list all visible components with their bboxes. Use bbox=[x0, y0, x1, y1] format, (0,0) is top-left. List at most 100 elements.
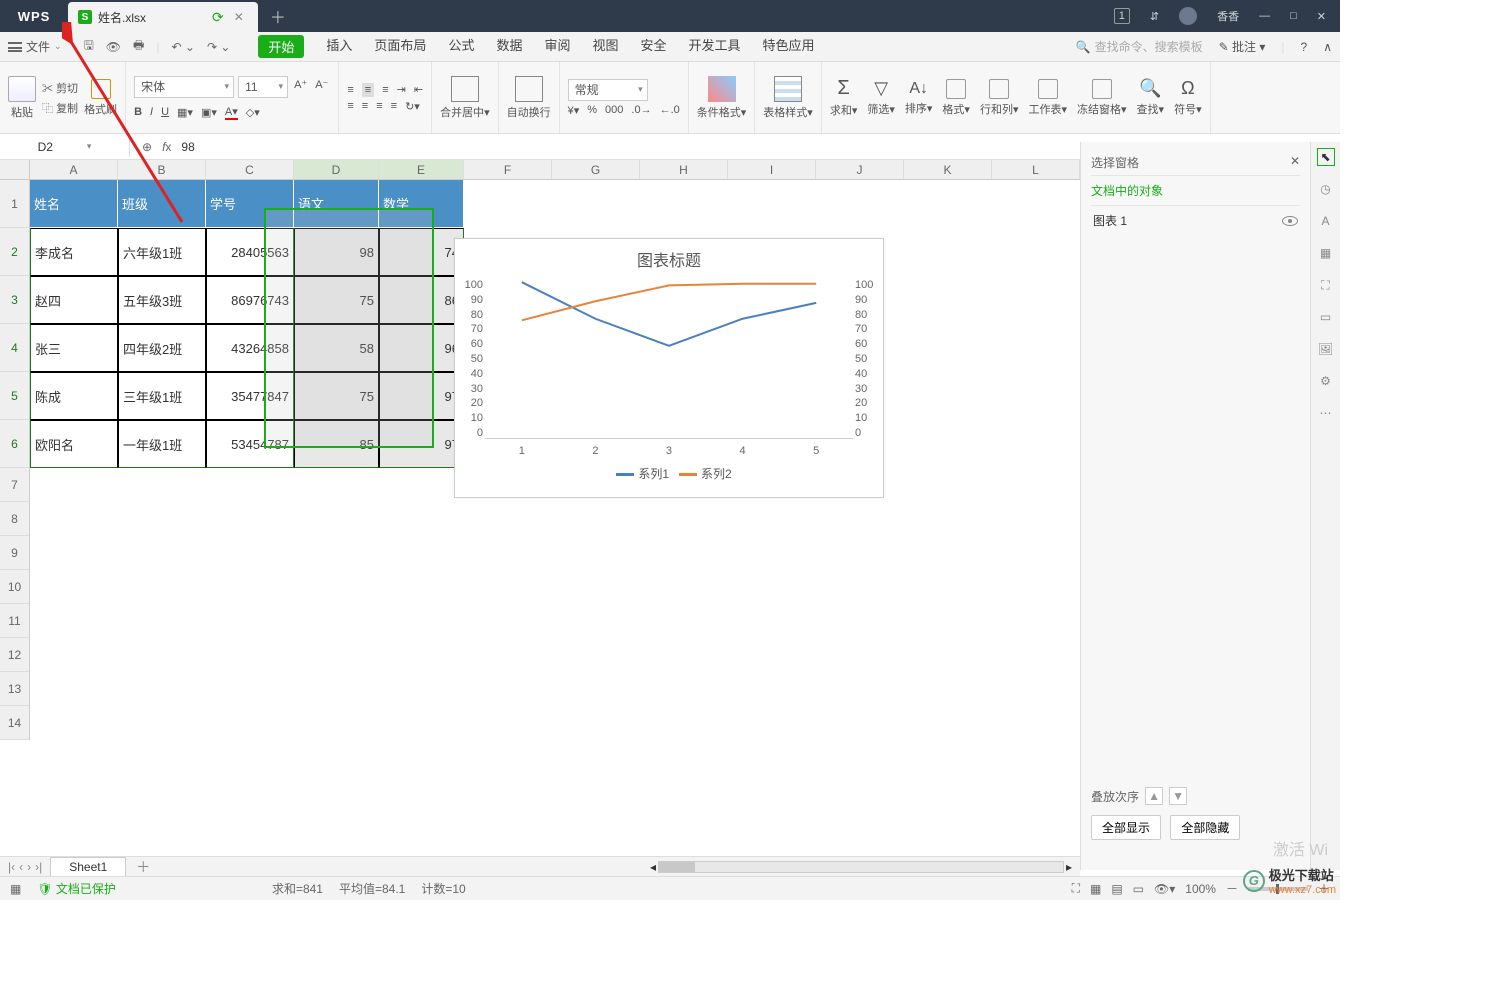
more-icon[interactable]: ⋯ bbox=[1317, 404, 1335, 422]
align-right-icon[interactable]: ≡ bbox=[376, 100, 382, 112]
font-size-select[interactable]: 11 bbox=[238, 76, 288, 98]
comma-icon[interactable]: 000 bbox=[605, 104, 623, 116]
table-cell[interactable]: 58 bbox=[294, 324, 379, 372]
increase-font-icon[interactable]: A⁺ bbox=[292, 76, 309, 98]
table-cell[interactable]: 欧阳名 bbox=[30, 420, 118, 468]
cut-button[interactable]: ✂ 剪切 bbox=[42, 80, 78, 96]
tab-data[interactable]: 数据 bbox=[496, 35, 522, 58]
minimize-icon[interactable]: — bbox=[1259, 10, 1270, 22]
table-header[interactable]: 语文 bbox=[294, 180, 379, 228]
table-cell[interactable]: 97 bbox=[379, 372, 464, 420]
fill-color-button[interactable]: ▣▾ bbox=[201, 106, 217, 119]
row-header[interactable]: 9 bbox=[0, 536, 30, 570]
freeze-button[interactable]: 冻结窗格▾ bbox=[1077, 79, 1127, 117]
row-header[interactable]: 11 bbox=[0, 604, 30, 638]
image-icon[interactable]: 🖼 bbox=[1317, 340, 1335, 358]
tab-devtools[interactable]: 开发工具 bbox=[689, 35, 741, 58]
object-list-item[interactable]: 图表 1 bbox=[1091, 206, 1300, 235]
collapse-ribbon-icon[interactable]: ∧ bbox=[1323, 40, 1332, 54]
table-header[interactable]: 姓名 bbox=[30, 180, 118, 228]
row-header[interactable]: 5 bbox=[0, 372, 30, 420]
row-header[interactable]: 2 bbox=[0, 228, 30, 276]
border-button[interactable]: ▦▾ bbox=[177, 106, 193, 119]
table-cell[interactable]: 赵四 bbox=[30, 276, 118, 324]
dec-decimal-icon[interactable]: ←.0 bbox=[660, 104, 680, 116]
merge-button[interactable]: 合并居中▾ bbox=[440, 76, 490, 120]
table-cell[interactable]: 43264858 bbox=[206, 324, 294, 372]
col-header[interactable]: I bbox=[728, 160, 816, 179]
document-tab[interactable]: S 姓名.xlsx ⟳ ✕ bbox=[68, 2, 258, 32]
table-cell[interactable]: 97 bbox=[379, 420, 464, 468]
table-cell[interactable]: 98 bbox=[294, 228, 379, 276]
name-box[interactable]: D2▾ bbox=[0, 137, 130, 157]
table-cell[interactable]: 陈成 bbox=[30, 372, 118, 420]
table-cell[interactable]: 75 bbox=[294, 372, 379, 420]
print-icon[interactable]: 🖶 bbox=[133, 36, 144, 57]
filter-button[interactable]: ▽筛选▾ bbox=[867, 78, 895, 117]
paste-button[interactable]: 粘贴 bbox=[8, 76, 36, 120]
table-header[interactable]: 学号 bbox=[206, 180, 294, 228]
table-cell[interactable]: 三年级1班 bbox=[118, 372, 206, 420]
window-badge[interactable]: 1 bbox=[1114, 8, 1130, 24]
row-header[interactable]: 12 bbox=[0, 638, 30, 672]
row-header[interactable]: 8 bbox=[0, 502, 30, 536]
view-normal-icon[interactable]: ▦ bbox=[1090, 882, 1101, 896]
table-cell[interactable]: 六年级1班 bbox=[118, 228, 206, 276]
row-header[interactable]: 7 bbox=[0, 468, 30, 502]
currency-icon[interactable]: ¥▾ bbox=[568, 104, 580, 117]
format-painter-button[interactable]: 格式刷 bbox=[84, 79, 117, 117]
percent-icon[interactable]: % bbox=[587, 104, 597, 116]
align-top-icon[interactable]: ≡ bbox=[347, 84, 353, 96]
select-all-corner[interactable] bbox=[0, 160, 30, 180]
row-header[interactable]: 3 bbox=[0, 276, 30, 324]
table-cell[interactable]: 张三 bbox=[30, 324, 118, 372]
tab-special[interactable]: 特色应用 bbox=[763, 35, 815, 58]
format-button[interactable]: 格式▾ bbox=[942, 79, 970, 117]
file-menu[interactable]: 文件⌄ bbox=[8, 38, 62, 55]
copy-button[interactable]: ⿻ 复制 bbox=[42, 100, 78, 116]
table-header[interactable]: 班级 bbox=[118, 180, 206, 228]
zoom-out-icon[interactable]: － bbox=[1226, 880, 1238, 897]
increase-indent-icon[interactable]: ⇥ bbox=[397, 83, 406, 96]
sync-icon[interactable]: ⟳ bbox=[212, 9, 224, 26]
table-cell[interactable]: 五年级3班 bbox=[118, 276, 206, 324]
inc-decimal-icon[interactable]: .0→ bbox=[631, 104, 651, 116]
close-tab-icon[interactable]: ✕ bbox=[230, 10, 248, 24]
table-cell[interactable]: 96 bbox=[379, 324, 464, 372]
highlight-button[interactable]: ◇▾ bbox=[246, 106, 260, 119]
fullscreen-icon[interactable]: ⛶ bbox=[1072, 881, 1080, 896]
find-button[interactable]: 🔍查找▾ bbox=[1137, 78, 1165, 117]
table-cell[interactable]: 一年级1班 bbox=[118, 420, 206, 468]
last-sheet-icon[interactable]: ›| bbox=[35, 860, 42, 874]
table-cell[interactable]: 75 bbox=[294, 276, 379, 324]
row-header[interactable]: 4 bbox=[0, 324, 30, 372]
table-style-button[interactable]: 表格样式▾ bbox=[763, 76, 813, 120]
fx-icon[interactable]: fx bbox=[162, 140, 171, 154]
hide-all-button[interactable]: 全部隐藏 bbox=[1170, 815, 1240, 840]
table-cell[interactable]: 74 bbox=[379, 228, 464, 276]
col-header[interactable]: B bbox=[118, 160, 206, 179]
symbol-button[interactable]: Ω符号▾ bbox=[1174, 78, 1202, 117]
bring-forward-button[interactable]: ▲ bbox=[1145, 787, 1163, 805]
tab-view[interactable]: 视图 bbox=[592, 35, 618, 58]
row-header[interactable]: 1 bbox=[0, 180, 30, 228]
first-sheet-icon[interactable]: |‹ bbox=[8, 860, 15, 874]
table-cell[interactable]: 86 bbox=[379, 276, 464, 324]
limit-icon[interactable]: A bbox=[1317, 212, 1335, 230]
col-header[interactable]: L bbox=[992, 160, 1080, 179]
align-left-icon[interactable]: ≡ bbox=[347, 100, 353, 112]
protection-status[interactable]: 🛡 文档已保护 bbox=[37, 880, 116, 897]
redo-icon[interactable]: ↷ ⌄ bbox=[207, 36, 230, 57]
worksheet-button[interactable]: 工作表▾ bbox=[1028, 79, 1067, 117]
rowcol-button[interactable]: 行和列▾ bbox=[980, 79, 1019, 117]
decrease-font-icon[interactable]: A⁻ bbox=[313, 76, 330, 98]
prev-sheet-icon[interactable]: ‹ bbox=[19, 860, 23, 874]
save-icon[interactable]: 🖫 bbox=[84, 36, 94, 57]
close-window-icon[interactable]: ✕ bbox=[1317, 10, 1326, 23]
zoom-indicator-icon[interactable]: ⊕ bbox=[142, 140, 152, 154]
screenshot-icon[interactable]: ⛶ bbox=[1317, 276, 1335, 294]
italic-button[interactable]: I bbox=[150, 106, 153, 118]
horizontal-scrollbar[interactable]: ◂▸ bbox=[650, 860, 1080, 874]
formula-value[interactable]: 98 bbox=[181, 140, 194, 154]
decrease-indent-icon[interactable]: ⇤ bbox=[414, 83, 423, 96]
